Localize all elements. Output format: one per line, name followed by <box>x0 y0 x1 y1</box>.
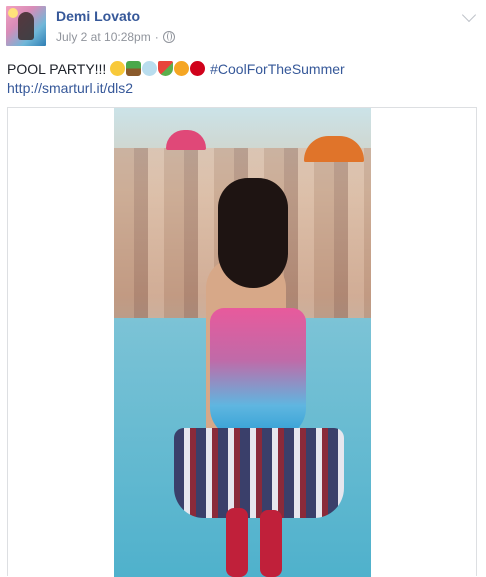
watermelon-emoji-icon <box>158 61 174 76</box>
profile-avatar[interactable] <box>6 6 46 46</box>
photo-shoe <box>260 510 282 577</box>
post-media-frame <box>7 107 477 577</box>
hashtag-link[interactable]: #CoolForTheSummer <box>210 61 345 77</box>
photo-swimsuit <box>210 308 306 438</box>
post-photo[interactable] <box>114 108 371 577</box>
photo-shoe <box>226 508 248 577</box>
meta-separator: · <box>154 30 159 44</box>
photo-umbrella <box>166 130 206 150</box>
cherries-emoji-icon <box>190 61 206 76</box>
globe-icon[interactable] <box>162 31 175 43</box>
photo-plaid-shirt <box>174 428 344 518</box>
post-timestamp[interactable]: July 2 at 10:28pm <box>56 30 151 44</box>
avatar-detail <box>8 8 18 18</box>
post-text: POOL PARTY!!! #CoolForTheSummer http://s… <box>7 60 345 98</box>
post-meta: July 2 at 10:28pm · <box>56 30 175 44</box>
author-name[interactable]: Demi Lovato <box>56 8 140 24</box>
sun-emoji-icon <box>174 61 190 76</box>
chevron-down-icon[interactable] <box>461 7 477 23</box>
post-text-main: POOL PARTY!!! <box>7 61 111 77</box>
palm-tree-emoji-icon <box>126 61 142 76</box>
dash-emoji-icon <box>142 61 158 76</box>
post-url-link[interactable]: http://smarturl.it/dls2 <box>7 79 345 98</box>
avatar-figure <box>18 12 34 40</box>
photo-hair <box>218 178 288 288</box>
sunglasses-emoji-icon <box>110 61 126 76</box>
photo-umbrella <box>304 136 364 162</box>
